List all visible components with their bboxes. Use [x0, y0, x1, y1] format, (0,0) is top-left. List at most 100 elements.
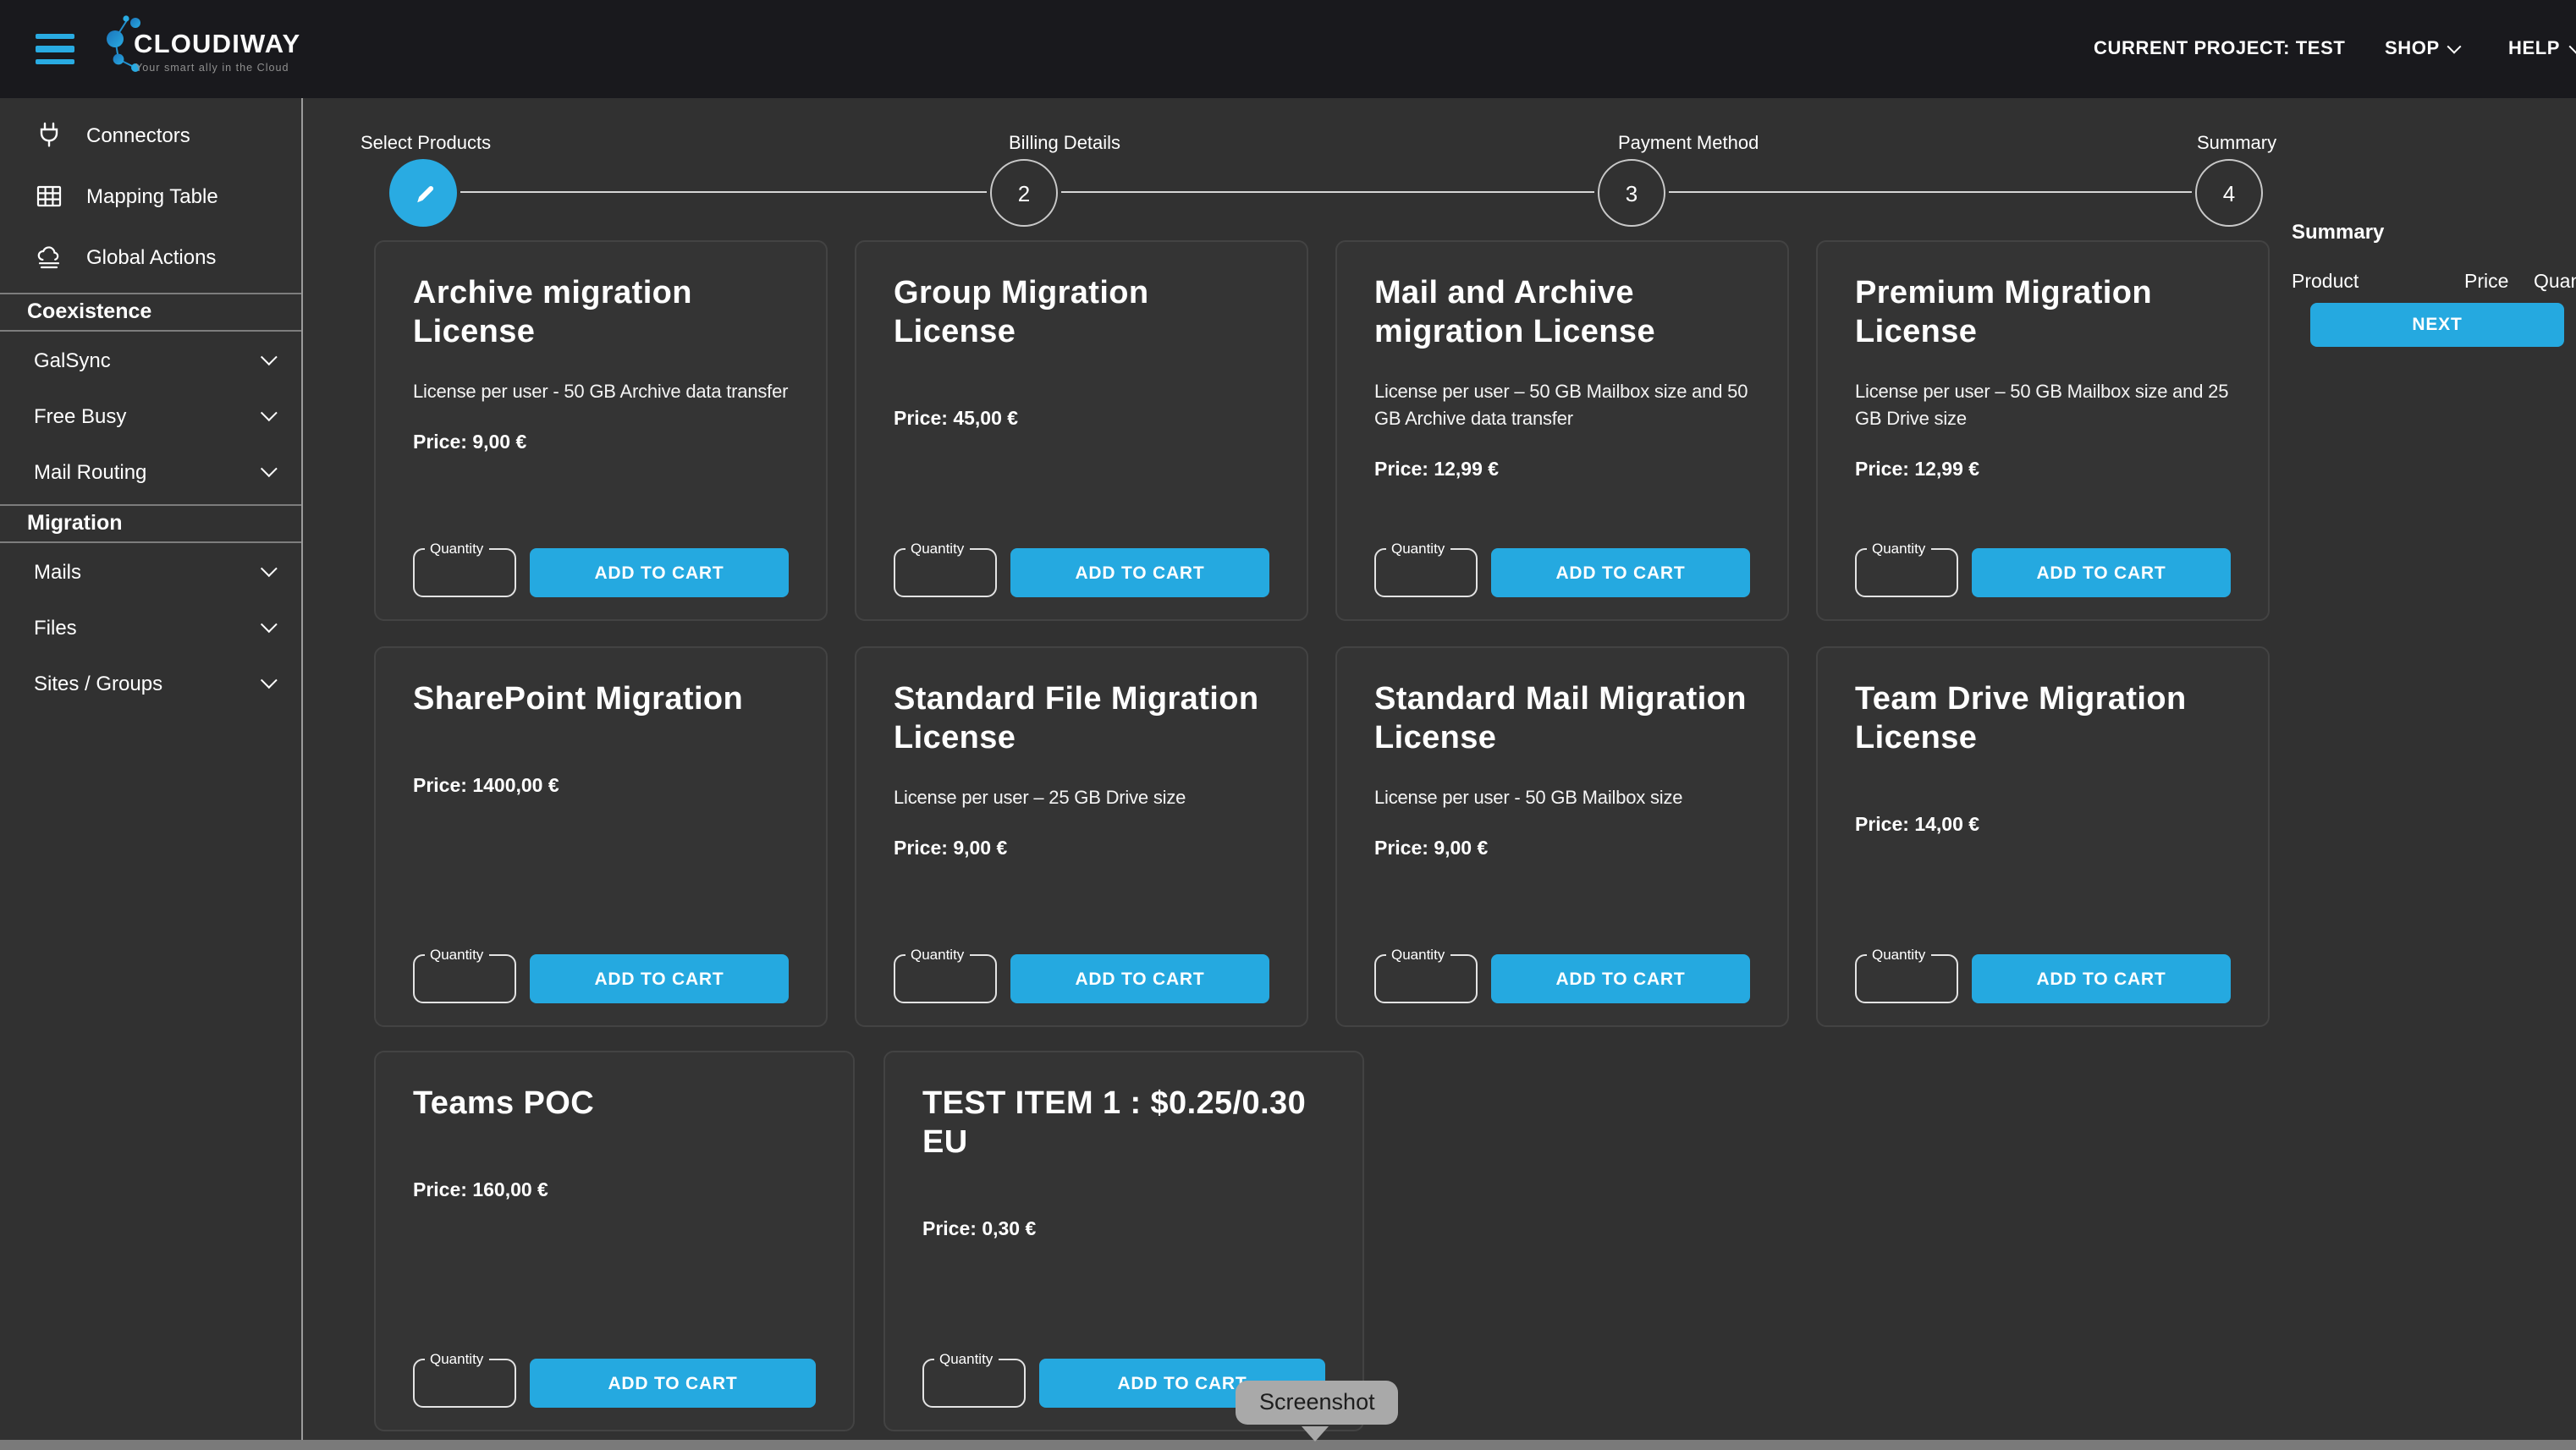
- product-card-sharepoint-migration: SharePoint Migration Price: 1400,00 € Qu…: [374, 646, 828, 1027]
- product-description: License per user - 50 GB Mailbox size: [1374, 788, 1750, 815]
- add-to-cart-button[interactable]: ADD TO CART: [1491, 548, 1750, 597]
- sidebar-section-coexistence: Coexistence: [0, 293, 301, 332]
- add-to-cart-button[interactable]: ADD TO CART: [530, 954, 789, 1003]
- product-title: Premium Migration License: [1855, 274, 2231, 353]
- add-to-cart-button[interactable]: ADD TO CART: [1491, 954, 1750, 1003]
- table-grid-icon: [36, 183, 63, 210]
- quantity-label: Quantity: [905, 946, 969, 963]
- sidebar-item-mapping-table[interactable]: Mapping Table: [0, 166, 301, 227]
- sidebar-item-mail-routing[interactable]: Mail Routing: [0, 443, 301, 499]
- product-price: Price: 12,99 €: [1855, 460, 2231, 481]
- sidebar-item-connectors[interactable]: Connectors: [0, 105, 301, 166]
- quantity-field[interactable]: Quantity: [413, 1359, 516, 1408]
- quantity-input[interactable]: [895, 550, 995, 596]
- quantity-label: Quantity: [425, 1350, 488, 1367]
- summary-col-price: Price: [2464, 272, 2508, 293]
- summary-col-product: Product: [2292, 272, 2359, 293]
- step-circle-2[interactable]: 2: [990, 159, 1058, 227]
- product-price: Price: 9,00 €: [1374, 840, 1750, 860]
- product-price: Price: 45,00 €: [894, 410, 1269, 431]
- sidebar-item-galsync[interactable]: GalSync: [0, 332, 301, 387]
- product-card-teams-poc: Teams POC Price: 160,00 € Quantity ADD T…: [374, 1051, 855, 1431]
- quantity-input[interactable]: [924, 1360, 1024, 1406]
- next-button[interactable]: NEXT: [2310, 303, 2564, 347]
- product-price: Price: 14,00 €: [1855, 816, 2231, 837]
- quantity-label: Quantity: [905, 540, 969, 557]
- quantity-field[interactable]: Quantity: [1374, 954, 1478, 1003]
- product-description: License per user – 25 GB Drive size: [894, 788, 1269, 815]
- chevron-down-icon: [261, 460, 278, 477]
- chevron-down-icon: [261, 349, 278, 365]
- quantity-input[interactable]: [1857, 550, 1957, 596]
- add-to-cart-button[interactable]: ADD TO CART: [1972, 954, 2231, 1003]
- product-title: TEST ITEM 1 : $0.25/0.30 EU: [922, 1085, 1325, 1163]
- step-label-select-products: Select Products: [361, 134, 491, 154]
- quantity-input[interactable]: [415, 1360, 515, 1406]
- sidebar-item-free-busy[interactable]: Free Busy: [0, 387, 301, 443]
- chevron-down-icon: [261, 404, 278, 421]
- product-title: Group Migration License: [894, 274, 1269, 353]
- quantity-input[interactable]: [1857, 956, 1957, 1002]
- quantity-input[interactable]: [895, 956, 995, 1002]
- product-description: License per user – 50 GB Mailbox size an…: [1374, 382, 1750, 436]
- product-title: Standard File Migration License: [894, 680, 1269, 759]
- tooltip-tail: [1302, 1426, 1329, 1442]
- step-connector-line: [460, 191, 987, 193]
- help-menu[interactable]: HELP: [2508, 39, 2576, 59]
- quantity-input[interactable]: [415, 550, 515, 596]
- topbar: CLOUDIWAY Your smart ally in the Cloud C…: [0, 0, 2576, 98]
- shop-menu[interactable]: SHOP: [2385, 39, 2460, 59]
- cloudiway-shop-page: CLOUDIWAY Your smart ally in the Cloud C…: [0, 0, 2576, 1450]
- horizontal-scrollbar[interactable]: [0, 1440, 2576, 1450]
- step-connector-line: [1669, 191, 2192, 193]
- quantity-input[interactable]: [1376, 956, 1476, 1002]
- pencil-icon: [410, 180, 436, 206]
- step-circle-4[interactable]: 4: [2195, 159, 2263, 227]
- product-title: SharePoint Migration: [413, 680, 789, 719]
- product-description: License per user – 50 GB Mailbox size an…: [1855, 382, 2231, 436]
- cloud-icon: [36, 244, 63, 271]
- chevron-down-icon: [2568, 40, 2576, 54]
- product-title: Mail and Archive migration License: [1374, 274, 1750, 353]
- product-card-team-drive-migration: Team Drive Migration License Price: 14,0…: [1816, 646, 2270, 1027]
- sidebar-item-sites-groups[interactable]: Sites / Groups: [0, 655, 301, 711]
- product-price: Price: 9,00 €: [413, 434, 789, 454]
- add-to-cart-button[interactable]: ADD TO CART: [1010, 954, 1269, 1003]
- sidebar-item-mails[interactable]: Mails: [0, 543, 301, 599]
- product-row-1: Archive migration License License per us…: [374, 240, 2270, 621]
- product-title: Archive migration License: [413, 274, 789, 353]
- main-content: Select Products Billing Details Payment …: [303, 98, 2576, 1440]
- product-price: Price: 1400,00 €: [413, 777, 789, 797]
- add-to-cart-button[interactable]: ADD TO CART: [530, 548, 789, 597]
- add-to-cart-button[interactable]: ADD TO CART: [1972, 548, 2231, 597]
- plug-icon: [36, 122, 63, 149]
- quantity-field[interactable]: Quantity: [1374, 548, 1478, 597]
- quantity-field[interactable]: Quantity: [922, 1359, 1026, 1408]
- step-circle-1-active[interactable]: [389, 159, 457, 227]
- sidebar-item-global-actions[interactable]: Global Actions: [0, 227, 301, 288]
- quantity-input[interactable]: [1376, 550, 1476, 596]
- quantity-label: Quantity: [1867, 946, 1930, 963]
- product-card-premium-migration: Premium Migration License License per us…: [1816, 240, 2270, 621]
- quantity-input[interactable]: [415, 956, 515, 1002]
- quantity-field[interactable]: Quantity: [413, 548, 516, 597]
- product-description: License per user - 50 GB Archive data tr…: [413, 382, 789, 409]
- quantity-field[interactable]: Quantity: [1855, 954, 1958, 1003]
- product-price: Price: 0,30 €: [922, 1221, 1325, 1241]
- product-card-test-item-1: TEST ITEM 1 : $0.25/0.30 EU Price: 0,30 …: [883, 1051, 1364, 1431]
- quantity-field[interactable]: Quantity: [1855, 548, 1958, 597]
- quantity-field[interactable]: Quantity: [894, 954, 997, 1003]
- step-circle-3[interactable]: 3: [1598, 159, 1665, 227]
- screenshot-tooltip: Screenshot: [1236, 1381, 1399, 1425]
- product-row-2: SharePoint Migration Price: 1400,00 € Qu…: [374, 646, 2270, 1027]
- summary-panel-title: Summary: [2292, 220, 2384, 244]
- sidebar-item-label: Connectors: [86, 124, 190, 147]
- sidebar-item-files[interactable]: Files: [0, 599, 301, 655]
- add-to-cart-button[interactable]: ADD TO CART: [530, 1359, 816, 1408]
- quantity-field[interactable]: Quantity: [413, 954, 516, 1003]
- product-card-standard-mail-migration: Standard Mail Migration License License …: [1335, 646, 1789, 1027]
- sidebar-section-migration: Migration: [0, 504, 301, 543]
- quantity-field[interactable]: Quantity: [894, 548, 997, 597]
- add-to-cart-button[interactable]: ADD TO CART: [1010, 548, 1269, 597]
- quantity-label: Quantity: [1386, 946, 1450, 963]
